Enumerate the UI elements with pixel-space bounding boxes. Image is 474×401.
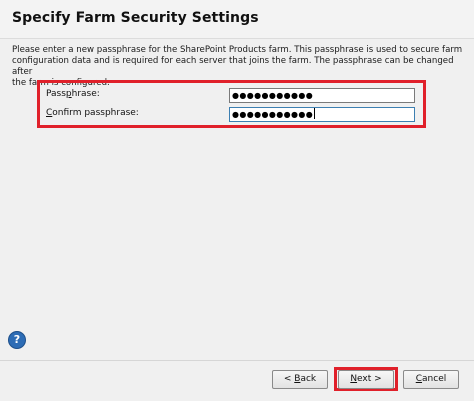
confirm-passphrase-label: Confirm passphrase: xyxy=(46,108,139,118)
passphrase-label-pre: Pass xyxy=(46,89,66,99)
footer-divider xyxy=(0,360,474,361)
confirm-passphrase-input[interactable]: ●●●●●●●●●●● xyxy=(229,107,415,122)
confirm-passphrase-value: ●●●●●●●●●●● xyxy=(232,110,314,119)
next-label-post: ext > xyxy=(357,374,382,384)
passphrase-label-post: hrase: xyxy=(71,89,100,99)
passphrase-label: Passphrase: xyxy=(46,89,100,99)
back-label-post: ack xyxy=(300,374,317,384)
cancel-button[interactable]: Cancel xyxy=(403,370,459,389)
page-title: Specify Farm Security Settings xyxy=(12,10,259,26)
wizard-header: Specify Farm Security Settings xyxy=(0,0,474,39)
help-icon[interactable]: ? xyxy=(8,331,26,349)
back-button[interactable]: < Back xyxy=(272,370,328,389)
passphrase-input[interactable]: ●●●●●●●●●●● xyxy=(229,88,415,103)
next-button[interactable]: Next > xyxy=(338,370,394,389)
cancel-label-post: ancel xyxy=(422,374,447,384)
confirm-label-post: onfirm passphrase: xyxy=(52,108,139,118)
text-caret xyxy=(314,108,316,119)
back-label-pre: < xyxy=(283,374,295,384)
passphrase-value: ●●●●●●●●●●● xyxy=(232,91,314,100)
